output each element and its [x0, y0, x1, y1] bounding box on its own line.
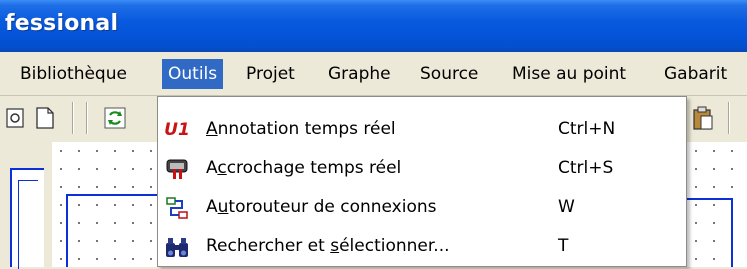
- menu-item-autorouteur-de-connexions[interactable]: Autorouteur de connexions W: [158, 187, 686, 229]
- menu-outils[interactable]: Outils: [162, 59, 224, 89]
- save-icon[interactable]: [2, 104, 28, 132]
- realtime-annotation-icon: U1: [164, 120, 190, 140]
- toolbar-separator: [728, 102, 730, 134]
- menu-bibliotheque[interactable]: Bibliothèque: [14, 59, 133, 89]
- shortcut-label: Ctrl+N: [558, 119, 616, 139]
- magnet-hook-icon: [164, 156, 190, 182]
- paste-icon[interactable]: [690, 104, 716, 132]
- toolbar-separator: [72, 102, 74, 134]
- menu-projet[interactable]: Projet: [240, 59, 301, 89]
- menu-item-accrochage-temps-reel[interactable]: Accrochage temps réel Ctrl+S: [158, 148, 686, 190]
- menu-gabarit[interactable]: Gabarit: [658, 59, 733, 89]
- window-title: fessional: [5, 11, 119, 36]
- outils-dropdown-menu: U1 Annotation temps réel Ctrl+N Accrocha…: [157, 96, 687, 267]
- schematic-canvas-right[interactable]: [687, 142, 747, 267]
- new-document-icon[interactable]: [32, 104, 58, 132]
- autorouter-icon: [164, 195, 190, 221]
- binoculars-icon: [164, 234, 190, 260]
- menu-mise-au-point[interactable]: Mise au point: [506, 59, 632, 89]
- refresh-icon[interactable]: [102, 104, 128, 132]
- menu-bar: Bibliothèque Outils Projet Graphe Source…: [0, 52, 747, 96]
- shortcut-label: W: [558, 197, 575, 217]
- left-pane[interactable]: [10, 168, 44, 269]
- menu-item-annotation-temps-reel[interactable]: U1 Annotation temps réel Ctrl+N: [158, 109, 686, 151]
- shortcut-label: T: [558, 236, 569, 256]
- shortcut-label: Ctrl+S: [558, 158, 614, 178]
- menu-item-rechercher-et-selectionner[interactable]: Rechercher et sélectionner... T: [158, 226, 686, 268]
- menu-graphe[interactable]: Graphe: [322, 59, 397, 89]
- toolbar-separator: [86, 102, 88, 134]
- menu-source[interactable]: Source: [414, 59, 484, 89]
- schematic-canvas-left[interactable]: [52, 142, 157, 267]
- title-bar: fessional: [0, 0, 747, 52]
